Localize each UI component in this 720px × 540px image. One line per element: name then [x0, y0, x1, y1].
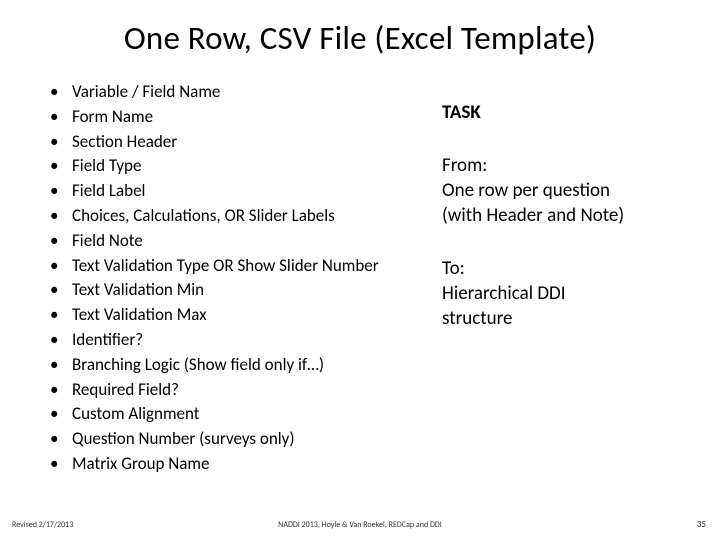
task-from-label: From: — [442, 154, 487, 177]
list-item: Variable / Field Name — [48, 80, 428, 105]
list-item: Choices, Calculations, OR Slider Labels — [48, 204, 428, 229]
footer-citation: NADDI 2013, Hoyle & Van Roekel, REDCap a… — [0, 520, 720, 530]
list-item: Text Validation Type OR Show Slider Numb… — [48, 254, 428, 279]
task-heading: TASK — [442, 100, 682, 125]
list-item: Custom Alignment — [48, 402, 428, 427]
task-box: TASK From: One row per question (with He… — [442, 100, 682, 359]
list-item: Required Field? — [48, 378, 428, 403]
task-to-label: To: — [442, 257, 465, 280]
task-from-line2: (with Header and Note) — [442, 204, 624, 227]
slide: One Row, CSV File (Excel Template) Varia… — [0, 0, 720, 540]
task-from-line1: One row per question — [442, 179, 610, 202]
slide-number: 35 — [697, 519, 706, 530]
list-item: Section Header — [48, 130, 428, 155]
task-to-line2: structure — [442, 307, 512, 330]
field-list: Variable / Field Name Form Name Section … — [48, 80, 428, 477]
list-item: Field Type — [48, 154, 428, 179]
list-item: Identifier? — [48, 328, 428, 353]
task-from: From: One row per question (with Header … — [442, 153, 682, 228]
list-item: Text Validation Max — [48, 303, 428, 328]
list-item: Question Number (surveys only) — [48, 427, 428, 452]
slide-title: One Row, CSV File (Excel Template) — [0, 18, 720, 58]
list-item: Branching Logic (Show field only if…) — [48, 353, 428, 378]
list-item: Field Note — [48, 229, 428, 254]
task-to: To: Hierarchical DDI structure — [442, 256, 682, 331]
list-item: Text Validation Min — [48, 278, 428, 303]
list-item: Form Name — [48, 105, 428, 130]
task-to-line1: Hierarchical DDI — [442, 282, 566, 305]
list-item: Field Label — [48, 179, 428, 204]
list-item: Matrix Group Name — [48, 452, 428, 477]
